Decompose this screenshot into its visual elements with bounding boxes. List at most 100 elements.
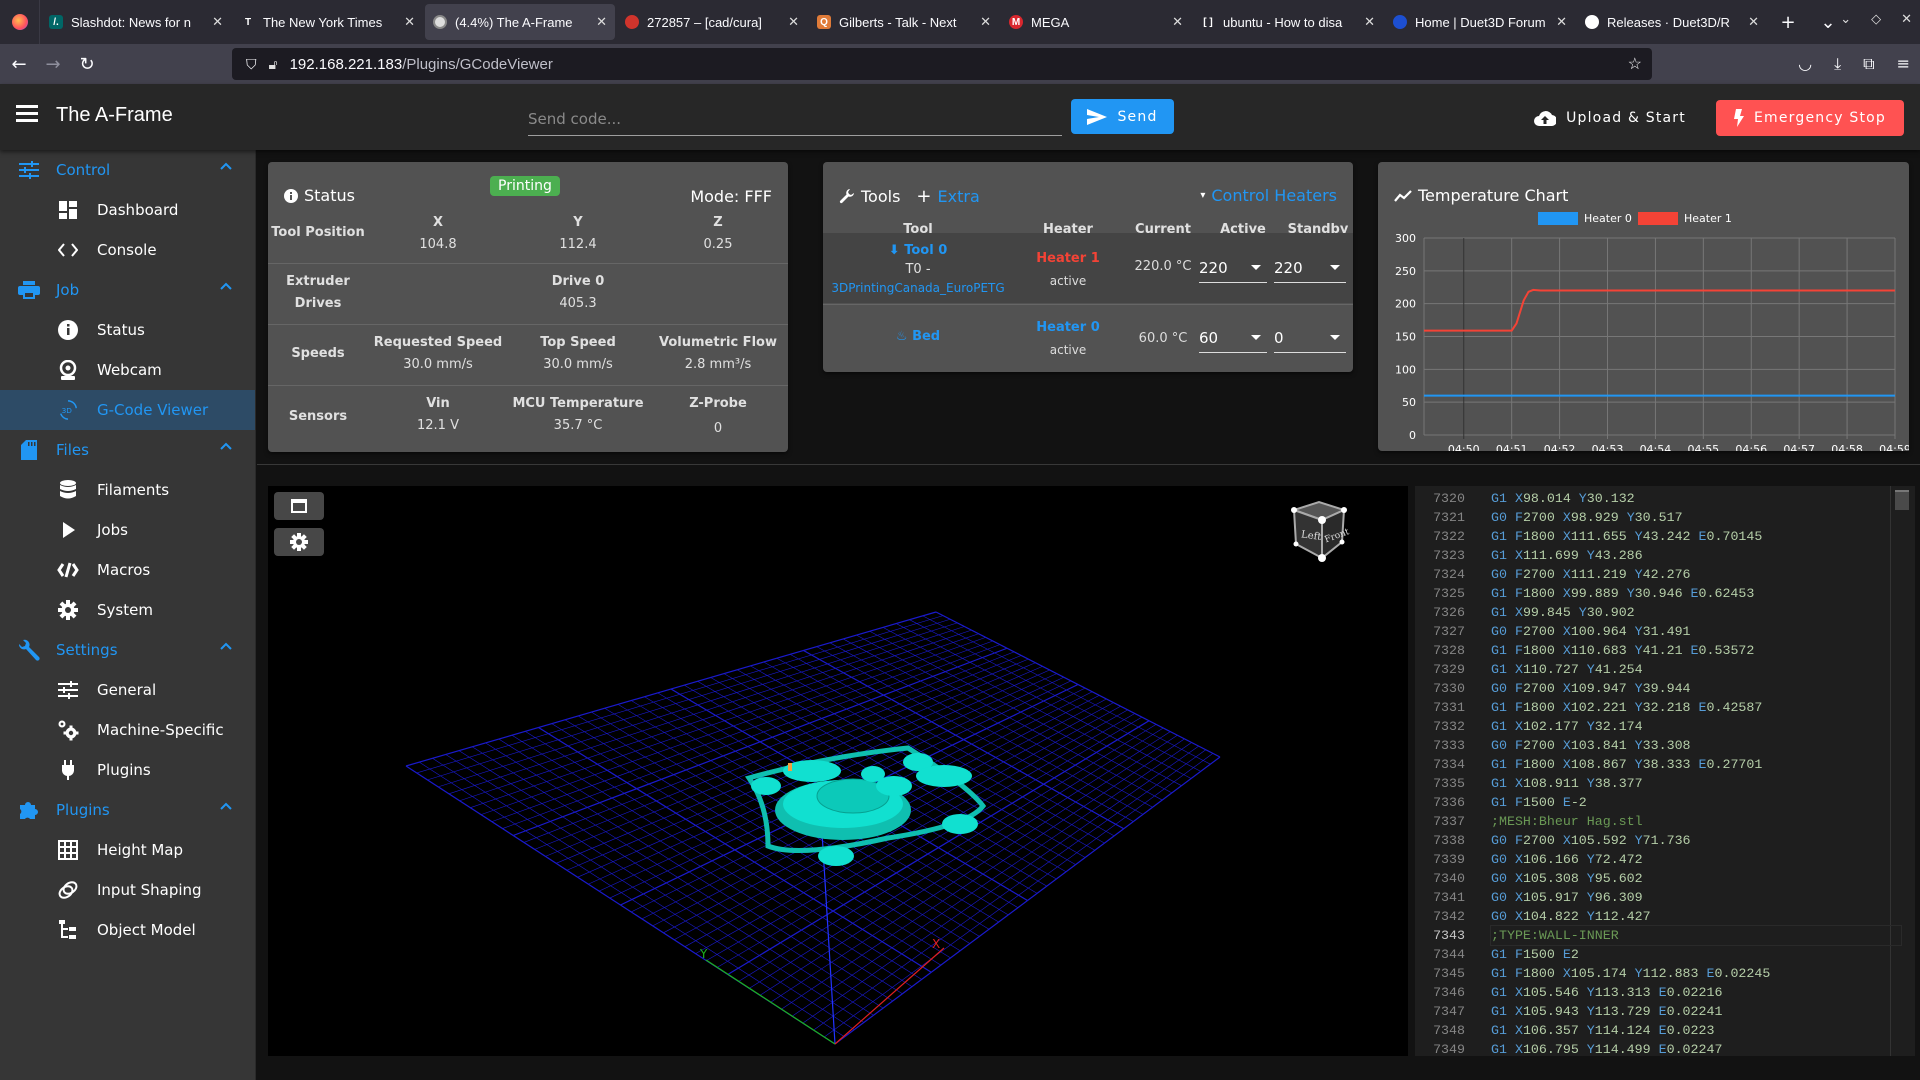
url-bar[interactable]: ⛉ 🔓︎ 192.168.221.183/Plugins/GCodeViewer… bbox=[232, 48, 1652, 80]
minimize-button[interactable]: ⌄ bbox=[1840, 12, 1851, 27]
bookmark-star-icon[interactable]: ☆ bbox=[1628, 54, 1642, 74]
shield-icon[interactable]: ⛉ bbox=[246, 56, 257, 73]
heater-0-link[interactable]: Heater 0 bbox=[1013, 317, 1123, 339]
pocket-icon[interactable]: ◡ bbox=[1798, 54, 1812, 74]
gcode-line[interactable]: 7322 G1 F1800 X111.655 Y43.242 E0.70145 bbox=[1415, 527, 1885, 546]
chevron-up-icon[interactable] bbox=[219, 641, 233, 651]
gcode-line[interactable]: 7342 G0 X104.822 Y112.427 bbox=[1415, 907, 1885, 926]
sidebar-item-plugins[interactable]: Plugins bbox=[0, 750, 255, 790]
hamburger-menu-icon[interactable] bbox=[16, 105, 38, 126]
gcode-line[interactable]: 7347 G1 X105.943 Y113.729 E0.02241 bbox=[1415, 1002, 1885, 1021]
sidebar-item-height-map[interactable]: Height Map bbox=[0, 830, 255, 870]
sidebar-group-control[interactable]: Control bbox=[0, 150, 255, 190]
sidebar-item-dashboard[interactable]: Dashboard bbox=[0, 190, 255, 230]
extra-link[interactable]: Extra bbox=[938, 187, 980, 206]
browser-tab[interactable]: 272857 – [cad/cura] ✕ bbox=[617, 4, 807, 40]
sidebar-group-plugins[interactable]: Plugins bbox=[0, 790, 255, 830]
sidebar-group-job[interactable]: Job bbox=[0, 270, 255, 310]
gcode-3d-viewer[interactable]: Y X Left Front bbox=[268, 486, 1408, 1056]
upload-start-button[interactable]: Upload & Start bbox=[1530, 100, 1690, 136]
downloads-icon[interactable]: ⤓ bbox=[1834, 54, 1841, 74]
browser-tab[interactable]: [ ] ubuntu - How to disa ✕ bbox=[1193, 4, 1383, 40]
close-tab-icon[interactable]: ✕ bbox=[404, 14, 415, 30]
sidebar-item-object-model[interactable]: Object Model bbox=[0, 910, 255, 950]
browser-tab[interactable]: M MEGA ✕ bbox=[1001, 4, 1191, 40]
bed-standby-select[interactable]: 0 bbox=[1274, 323, 1346, 353]
close-tab-icon[interactable]: ✕ bbox=[1556, 14, 1567, 30]
gcode-line[interactable]: 7345 G1 F1800 X105.174 Y112.883 E0.02245 bbox=[1415, 964, 1885, 983]
sidebar-item-g-code-viewer[interactable]: 3D G-Code Viewer bbox=[0, 390, 255, 430]
maximize-button[interactable]: ◇ bbox=[1871, 12, 1881, 27]
browser-tab[interactable]: Home | Duet3D Forum ✕ bbox=[1385, 4, 1575, 40]
gcode-line[interactable]: 7326 G1 X99.845 Y30.902 bbox=[1415, 603, 1885, 622]
emergency-stop-button[interactable]: Emergency Stop bbox=[1716, 100, 1904, 136]
heater-1-link[interactable]: Heater 1 bbox=[1013, 248, 1123, 270]
gcode-line[interactable]: 7320 G1 X98.014 Y30.132 bbox=[1415, 489, 1885, 508]
gcode-line[interactable]: 7331 G1 F1800 X102.221 Y32.218 E0.42587 bbox=[1415, 698, 1885, 717]
firefox-menu[interactable] bbox=[0, 0, 40, 44]
orientation-cube[interactable]: Left Front bbox=[1286, 500, 1352, 566]
close-tab-icon[interactable]: ✕ bbox=[788, 14, 799, 30]
gcode-line[interactable]: 7344 G1 F1500 E2 bbox=[1415, 945, 1885, 964]
tool-0-link[interactable]: ⬇ Tool 0 bbox=[823, 241, 1013, 260]
sidebar-item-general[interactable]: General bbox=[0, 670, 255, 710]
browser-tab[interactable]: Releases · Duet3D/R ✕ bbox=[1577, 4, 1767, 40]
gcode-line[interactable]: 7323 G1 X111.699 Y43.286 bbox=[1415, 546, 1885, 565]
sidebar-item-macros[interactable]: Macros bbox=[0, 550, 255, 590]
bed-link[interactable]: ♨ Bed bbox=[823, 329, 1013, 344]
gcode-scrollbar[interactable] bbox=[1895, 490, 1909, 510]
send-code-input[interactable] bbox=[528, 102, 1062, 136]
back-button[interactable]: ← bbox=[4, 54, 34, 75]
gcode-line[interactable]: 7349 G1 X106.795 Y114.499 E0.02247 bbox=[1415, 1040, 1885, 1056]
gcode-line[interactable]: 7330 G0 F2700 X109.947 Y39.944 bbox=[1415, 679, 1885, 698]
gcode-line[interactable]: 7348 G1 X106.357 Y114.124 E0.0223 bbox=[1415, 1021, 1885, 1040]
gcode-line[interactable]: 7339 G0 X106.166 Y72.472 bbox=[1415, 850, 1885, 869]
gcode-line[interactable]: 7328 G1 F1800 X110.683 Y41.21 E0.53572 bbox=[1415, 641, 1885, 660]
gcode-line[interactable]: 7325 G1 F1800 X99.889 Y30.946 E0.62453 bbox=[1415, 584, 1885, 603]
gcode-line[interactable]: 7327 G0 F2700 X100.964 Y31.491 bbox=[1415, 622, 1885, 641]
close-tab-icon[interactable]: ✕ bbox=[1748, 14, 1759, 30]
sidebar-group-settings[interactable]: Settings bbox=[0, 630, 255, 670]
gcode-line[interactable]: 7335 G1 X108.911 Y38.377 bbox=[1415, 774, 1885, 793]
insecure-lock-icon[interactable]: 🔓︎ bbox=[269, 56, 278, 73]
gcode-line[interactable]: 7332 G1 X102.177 Y32.174 bbox=[1415, 717, 1885, 736]
browser-tab[interactable]: (4.4%) The A-Frame ✕ bbox=[425, 4, 615, 40]
tool-0-active-select[interactable]: 220 bbox=[1199, 253, 1267, 283]
browser-tab[interactable]: T The New York Times ✕ bbox=[233, 4, 423, 40]
gcode-line[interactable]: 7321 G0 F2700 X98.929 Y30.517 bbox=[1415, 508, 1885, 527]
gcode-line[interactable]: 7336 G1 F1500 E-2 bbox=[1415, 793, 1885, 812]
chevron-up-icon[interactable] bbox=[219, 441, 233, 451]
new-tab-button[interactable]: + bbox=[1768, 12, 1808, 33]
tool-0-standby-select[interactable]: 220 bbox=[1274, 253, 1346, 283]
sidebar-item-system[interactable]: System bbox=[0, 590, 255, 630]
sidebar-group-files[interactable]: Files bbox=[0, 430, 255, 470]
gcode-line[interactable]: 7329 G1 X110.727 Y41.254 bbox=[1415, 660, 1885, 679]
close-tab-icon[interactable]: ✕ bbox=[1364, 14, 1375, 30]
close-tab-icon[interactable]: ✕ bbox=[1172, 14, 1183, 30]
filament-link[interactable]: 3DPrintingCanada_EuroPETG bbox=[823, 279, 1013, 298]
add-extra-icon[interactable]: + bbox=[916, 186, 931, 207]
gcode-line[interactable]: 7343 ;TYPE:WALL-INNER bbox=[1415, 925, 1902, 946]
reload-button[interactable]: ↻ bbox=[72, 54, 102, 75]
gcode-line[interactable]: 7340 G0 X105.308 Y95.602 bbox=[1415, 869, 1885, 888]
chevron-up-icon[interactable] bbox=[219, 161, 233, 171]
gcode-line[interactable]: 7337 ;MESH:Bheur Hag.stl bbox=[1415, 812, 1885, 831]
sidebar-item-console[interactable]: Console bbox=[0, 230, 255, 270]
gcode-line[interactable]: 7346 G1 X105.546 Y113.313 E0.02216 bbox=[1415, 983, 1885, 1002]
chevron-up-icon[interactable] bbox=[219, 801, 233, 811]
browser-tab[interactable]: Q Gilberts - Talk - Next ✕ bbox=[809, 4, 999, 40]
gcode-line[interactable]: 7338 G0 F2700 X105.592 Y71.736 bbox=[1415, 831, 1885, 850]
gcode-line[interactable]: 7333 G0 F2700 X103.841 Y33.308 bbox=[1415, 736, 1885, 755]
close-tab-icon[interactable]: ✕ bbox=[980, 14, 991, 30]
close-tab-icon[interactable]: ✕ bbox=[212, 14, 223, 30]
send-button[interactable]: Send bbox=[1071, 99, 1174, 134]
sidebar-item-filaments[interactable]: Filaments bbox=[0, 470, 255, 510]
close-window-button[interactable]: ✕ bbox=[1901, 12, 1912, 27]
sidebar-item-status[interactable]: Status bbox=[0, 310, 255, 350]
bed-active-select[interactable]: 60 bbox=[1199, 323, 1267, 353]
extensions-icon[interactable]: ⧉ bbox=[1863, 54, 1874, 74]
gcode-line[interactable]: 7324 G0 F2700 X111.219 Y42.276 bbox=[1415, 565, 1885, 584]
gcode-listing[interactable]: 7320 G1 X98.014 Y30.132 7321 G0 F2700 X98.9… bbox=[1415, 486, 1915, 1056]
sidebar-item-input-shaping[interactable]: Input Shaping bbox=[0, 870, 255, 910]
browser-tab[interactable]: /. Slashdot: News for n ✕ bbox=[41, 4, 231, 40]
